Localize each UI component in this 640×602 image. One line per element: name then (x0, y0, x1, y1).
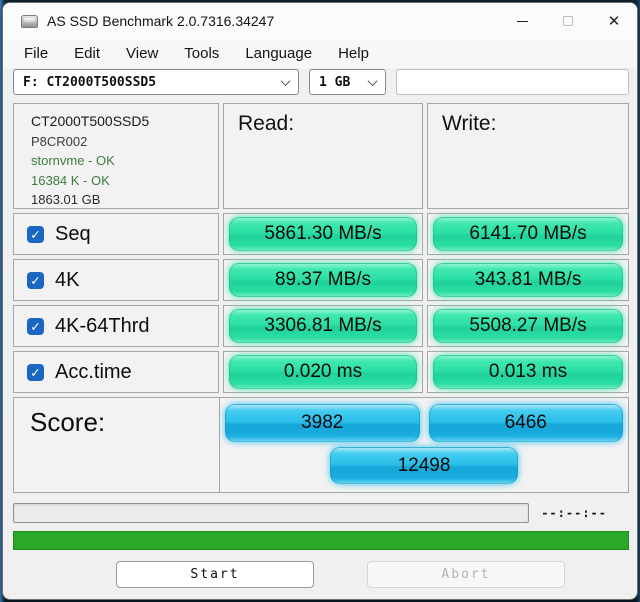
menu-view[interactable]: View (113, 42, 171, 65)
4k64thrd-write-cell: 5508.27 MB/s (427, 305, 629, 347)
overall-progress-bar (13, 531, 629, 550)
4k64thrd-read-cell: 3306.81 MB/s (223, 305, 423, 347)
4k-write-value: 343.81 MB/s (433, 263, 623, 297)
button-row: Start Abort (3, 561, 637, 588)
acctime-write-value: 0.013 ms (433, 355, 623, 389)
desktop-background: AS SSD Benchmark 2.0.7316.34247 ✕ File E… (0, 0, 640, 602)
toolbar: F: CT2000T500SSD5 1 GB (13, 69, 629, 95)
row-4k-label: 4K (55, 268, 80, 291)
menu-help[interactable]: Help (325, 42, 382, 65)
score-values: 3982 6466 12498 (220, 398, 628, 492)
elapsed-time: --:--:-- (541, 506, 607, 520)
menu-file[interactable]: File (11, 42, 61, 65)
status-readout-panel (396, 69, 629, 95)
acctime-read-value: 0.020 ms (229, 355, 417, 389)
task-progress-bar (13, 503, 529, 523)
acctime-read-cell: 0.020 ms (223, 351, 423, 393)
row-acctime: ✓ Acc.time (13, 351, 219, 393)
device-capacity: 1863.01 GB (31, 192, 101, 207)
device-firmware: P8CR002 (31, 133, 88, 149)
row-seq: ✓ Seq (13, 213, 219, 255)
device-model: CT2000T500SSD5 (31, 113, 150, 129)
window-title: AS SSD Benchmark 2.0.7316.34247 (47, 13, 275, 29)
4k64thrd-write-value: 5508.27 MB/s (433, 309, 623, 343)
chevron-down-icon (280, 75, 291, 86)
row-4k64thrd-label: 4K-64Thrd (55, 314, 150, 337)
test-size-value: 1 GB (319, 74, 351, 90)
score-label: Score: (14, 398, 220, 492)
start-button[interactable]: Start (116, 561, 314, 588)
4k-read-value: 89.37 MB/s (229, 263, 417, 297)
row-4k: ✓ 4K (13, 259, 219, 301)
minimize-icon (516, 20, 528, 22)
driver-status: stornvme - OK (31, 153, 115, 168)
window-controls: ✕ (499, 3, 637, 39)
seq-write-cell: 6141.70 MB/s (427, 213, 629, 255)
seq-write-value: 6141.70 MB/s (433, 217, 623, 251)
close-button[interactable]: ✕ (591, 3, 637, 39)
menu-language[interactable]: Language (232, 42, 325, 65)
maximize-icon (563, 16, 573, 26)
drive-select-value: F: CT2000T500SSD5 (23, 74, 157, 90)
test-size-select[interactable]: 1 GB (309, 69, 386, 95)
score-panel: Score: 3982 6466 12498 (13, 397, 629, 493)
app-window: AS SSD Benchmark 2.0.7316.34247 ✕ File E… (2, 2, 638, 600)
abort-button[interactable]: Abort (367, 561, 565, 588)
checkbox-seq[interactable]: ✓ (27, 225, 44, 243)
title-bar: AS SSD Benchmark 2.0.7316.34247 ✕ (3, 3, 637, 39)
checkbox-acctime[interactable]: ✓ (27, 363, 44, 381)
close-icon: ✕ (607, 11, 621, 30)
row-acctime-label: Acc.time (55, 360, 132, 383)
checkbox-4k[interactable]: ✓ (27, 271, 44, 289)
read-column-header: Read: (223, 103, 423, 209)
checkbox-4k64thrd[interactable]: ✓ (27, 317, 44, 335)
row-4k64thrd: ✓ 4K-64Thrd (13, 305, 219, 347)
menu-tools[interactable]: Tools (171, 42, 232, 65)
menu-bar: File Edit View Tools Language Help (3, 39, 637, 68)
device-info-panel: CT2000T500SSD5 P8CR002 stornvme - OK 163… (13, 103, 219, 209)
progress-row: --:--:-- (13, 503, 629, 523)
4k64thrd-read-value: 3306.81 MB/s (229, 309, 417, 343)
menu-edit[interactable]: Edit (61, 42, 113, 65)
maximize-button[interactable] (545, 3, 591, 39)
app-drive-icon (21, 14, 38, 28)
write-column-header: Write: (427, 103, 629, 209)
minimize-button[interactable] (499, 3, 545, 39)
results-grid: CT2000T500SSD5 P8CR002 stornvme - OK 163… (13, 103, 629, 493)
alignment-status: 16384 K - OK (31, 172, 110, 188)
score-write-value: 6466 (428, 404, 623, 442)
seq-read-value: 5861.30 MB/s (229, 217, 417, 251)
acctime-write-cell: 0.013 ms (427, 351, 629, 393)
row-seq-label: Seq (55, 222, 91, 245)
4k-write-cell: 343.81 MB/s (427, 259, 629, 301)
score-read-value: 3982 (225, 404, 420, 442)
chevron-down-icon (367, 75, 378, 86)
seq-read-cell: 5861.30 MB/s (223, 213, 423, 255)
4k-read-cell: 89.37 MB/s (223, 259, 423, 301)
drive-select[interactable]: F: CT2000T500SSD5 (13, 69, 299, 95)
score-total-value: 12498 (330, 447, 518, 484)
